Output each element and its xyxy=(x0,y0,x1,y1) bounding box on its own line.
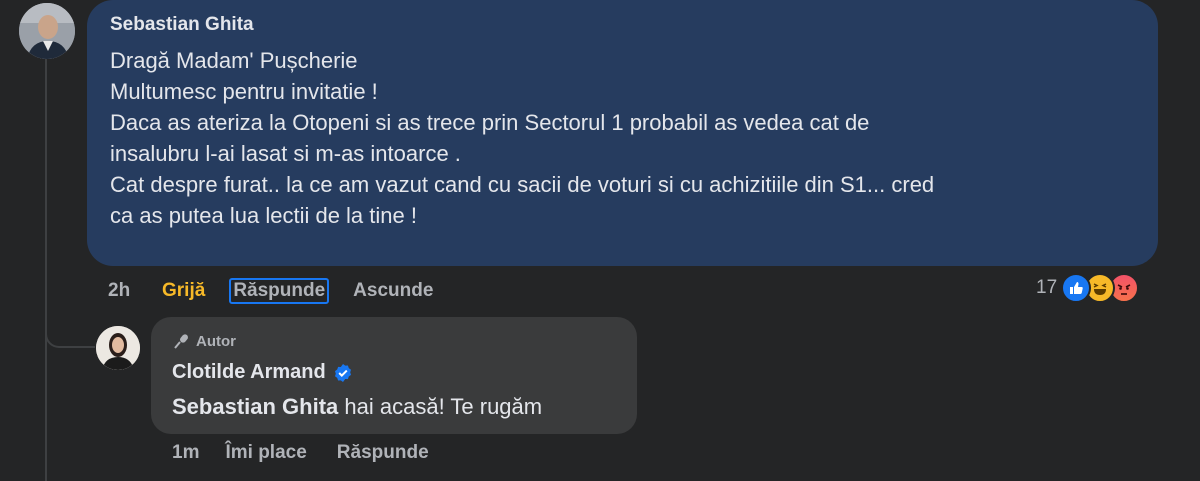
reply-button[interactable]: Răspunde xyxy=(337,442,429,464)
thread-connector-line xyxy=(45,58,47,481)
comment-line: Dragă Madam' Pușcherie xyxy=(110,48,358,73)
reply-connector xyxy=(45,300,95,348)
comment-author[interactable]: Clotilde Armand xyxy=(172,361,353,384)
reply-timestamp[interactable]: 1m xyxy=(172,442,199,464)
comment-author[interactable]: Sebastian Ghita xyxy=(110,14,254,36)
mention-link[interactable]: Sebastian Ghita xyxy=(172,394,338,419)
hide-button[interactable]: Ascunde xyxy=(353,280,433,302)
reaction-summary[interactable]: 17 xyxy=(1036,273,1140,303)
reply-text: Sebastian Ghita hai acasă! Te rugăm xyxy=(172,394,542,420)
comment-thread: Sebastian Ghita Dragă Madam' Pușcherie M… xyxy=(0,0,1200,481)
comment-timestamp[interactable]: 2h xyxy=(108,280,162,302)
comment-line: Daca as ateriza la Otopeni si as trece p… xyxy=(110,110,870,135)
like-button[interactable]: Îmi place xyxy=(225,442,306,464)
avatar[interactable] xyxy=(96,326,140,370)
reply-button[interactable]: Răspunde xyxy=(229,278,330,304)
reaction-count: 17 xyxy=(1036,277,1058,298)
reply-actions: 1m Îmi place Răspunde xyxy=(172,442,459,464)
author-badge: Autor xyxy=(172,332,236,350)
avatar[interactable] xyxy=(19,3,75,59)
comment-text: Dragă Madam' Pușcherie Multumesc pentru … xyxy=(110,45,1140,231)
care-reaction-button[interactable]: Grijă xyxy=(162,280,205,302)
comment-actions: 2h Grijă Răspunde Ascunde xyxy=(108,278,433,304)
comment-line: Cat despre furat.. la ce am vazut cand c… xyxy=(110,172,935,197)
comment-author-name[interactable]: Clotilde Armand xyxy=(172,361,326,384)
verified-icon xyxy=(334,363,351,382)
reply-text-body: hai acasă! Te rugăm xyxy=(338,394,543,419)
comment-line: Multumesc pentru invitatie ! xyxy=(110,79,378,104)
comment-line: insalubru l-ai lasat si m-as intoarce . xyxy=(110,141,461,166)
like-icon xyxy=(1061,273,1092,303)
comment-line: ca as putea lua lectii de la tine ! xyxy=(110,203,417,228)
author-badge-label: Autor xyxy=(196,332,236,350)
microphone-icon xyxy=(174,334,188,349)
